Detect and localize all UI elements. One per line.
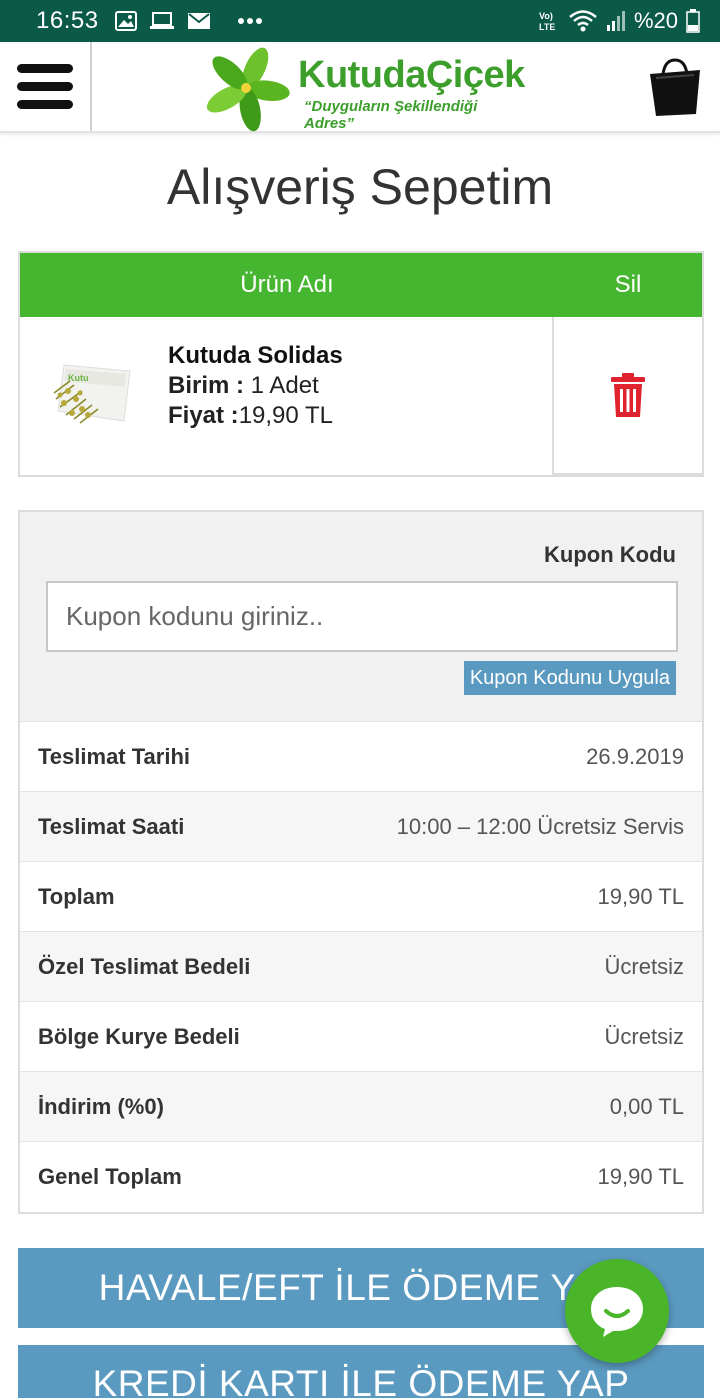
- summary-value: 10:00 – 12:00 Ücretsiz Servis: [396, 813, 684, 839]
- summary-label: Bölge Kurye Bedeli: [38, 1023, 240, 1049]
- battery-percent: %20: [633, 8, 678, 33]
- logo-title: KutudaÇiçek: [298, 54, 525, 96]
- system-icons: Vo) LTE %20: [538, 8, 700, 34]
- summary-label: Teslimat Saati: [38, 813, 185, 839]
- cart-table: Ürün Adı Sil Kutu Kutuda Solidas Birim:…: [18, 251, 704, 477]
- site-logo[interactable]: KutudaÇiçek “Duyguların Şekillendiği Adr…: [200, 44, 530, 132]
- summary-row-special-delivery-fee: Özel Teslimat Bedeli Ücretsiz: [20, 932, 702, 1002]
- summary-value: 19,90 TL: [597, 883, 684, 909]
- battery-icon: [686, 9, 700, 33]
- signal-icon: [606, 11, 625, 31]
- more-icon: [237, 18, 262, 24]
- cart-item-row: Kutu Kutuda Solidas Birim : 1 Adet Fiyat…: [20, 317, 702, 475]
- product-unit: Birim : 1 Adet: [168, 371, 343, 401]
- summary-label: Teslimat Tarihi: [38, 743, 191, 769]
- product-price-label: Fiyat :: [168, 402, 239, 429]
- mail-icon: [187, 13, 210, 29]
- summary-row-delivery-time: Teslimat Saati 10:00 – 12:00 Ücretsiz Ser…: [20, 792, 702, 862]
- status-time: 16:53: [36, 7, 99, 34]
- live-chat-button[interactable]: [565, 1259, 669, 1363]
- notification-icons: [114, 11, 263, 31]
- cart-item-delete-cell: [554, 317, 702, 475]
- page-title: Alışveriş Sepetim: [166, 159, 554, 215]
- summary-row-grand-total: Genel Toplam 19,90 TL: [20, 1142, 702, 1212]
- coupon-label: Kupon Kodu: [544, 542, 676, 567]
- order-summary: Kupon Kodu Kupon Kodunu Uygula Teslimat …: [18, 510, 704, 1214]
- column-header-product-name: Ürün Adı: [240, 271, 334, 298]
- column-header-delete: Sil: [614, 271, 642, 298]
- summary-value: 26.9.2019: [586, 743, 684, 769]
- product-price-value: 19,90 TL: [238, 402, 333, 429]
- summary-value: 19,90 TL: [597, 1164, 684, 1189]
- product-name[interactable]: Kutuda Solidas: [168, 341, 343, 371]
- summary-row-delivery-date: Teslimat Tarihi 26.9.2019: [20, 722, 702, 792]
- summary-rows: Teslimat Tarihi 26.9.2019 Teslimat Saati 1…: [20, 722, 702, 1212]
- product-image[interactable]: Kutu: [46, 347, 136, 437]
- svg-text:LTE: LTE: [539, 22, 555, 32]
- summary-row-courier-fee: Bölge Kurye Bedeli Ücretsiz: [20, 1002, 702, 1072]
- summary-label: Toplam: [38, 883, 115, 909]
- trash-icon[interactable]: [610, 372, 646, 418]
- summary-value: Ücretsiz: [604, 1023, 684, 1049]
- coupon-code-input[interactable]: [46, 581, 678, 652]
- apply-coupon-button[interactable]: Kupon Kodunu Uygula: [463, 661, 676, 695]
- product-info: Kutuda Solidas Birim : 1 Adet Fiyat :19,…: [168, 341, 343, 431]
- svg-text:Kutu: Kutu: [68, 373, 89, 383]
- image-icon: [114, 11, 137, 31]
- logo-subtitle: “Duyguların Şekillendiği Adres”: [304, 98, 478, 132]
- volte-icon: Vo)LTE: [539, 11, 555, 32]
- summary-label: Genel Toplam: [38, 1164, 182, 1189]
- product-unit-value: 1 Adet: [244, 372, 319, 399]
- summary-row-discount: İndirim (%0) 0,00 TL: [20, 1072, 702, 1142]
- summary-label: İndirim (%0): [38, 1093, 164, 1119]
- summary-value: Ücretsiz: [604, 953, 684, 979]
- product-price: Fiyat :19,90 TL: [168, 401, 343, 431]
- product-unit-label: Birim :: [168, 372, 245, 399]
- laptop-icon: [149, 12, 174, 29]
- status-bar: 16:53 Vo) LTE %20: [0, 0, 720, 42]
- flower-logo-icon: [206, 47, 290, 132]
- cart-item-product: Kutu Kutuda Solidas Birim : 1 Adet Fiyat…: [20, 317, 554, 475]
- hamburger-menu-icon[interactable]: [0, 42, 92, 131]
- shopping-bag-icon[interactable]: [646, 56, 704, 118]
- summary-row-total: Toplam 19,90 TL: [20, 862, 702, 932]
- summary-label: Özel Teslimat Bedeli: [38, 953, 251, 979]
- coupon-section: Kupon Kodu Kupon Kodunu Uygula: [20, 512, 702, 722]
- chat-bubble-icon: [591, 1287, 643, 1337]
- wifi-icon: [569, 10, 597, 32]
- summary-value: 0,00 TL: [609, 1093, 684, 1119]
- svg-text:Vo): Vo): [539, 11, 553, 21]
- cart-table-header: Ürün Adı Sil: [20, 253, 702, 317]
- site-header: KutudaÇiçek “Duyguların Şekillendiği Adr…: [0, 42, 720, 133]
